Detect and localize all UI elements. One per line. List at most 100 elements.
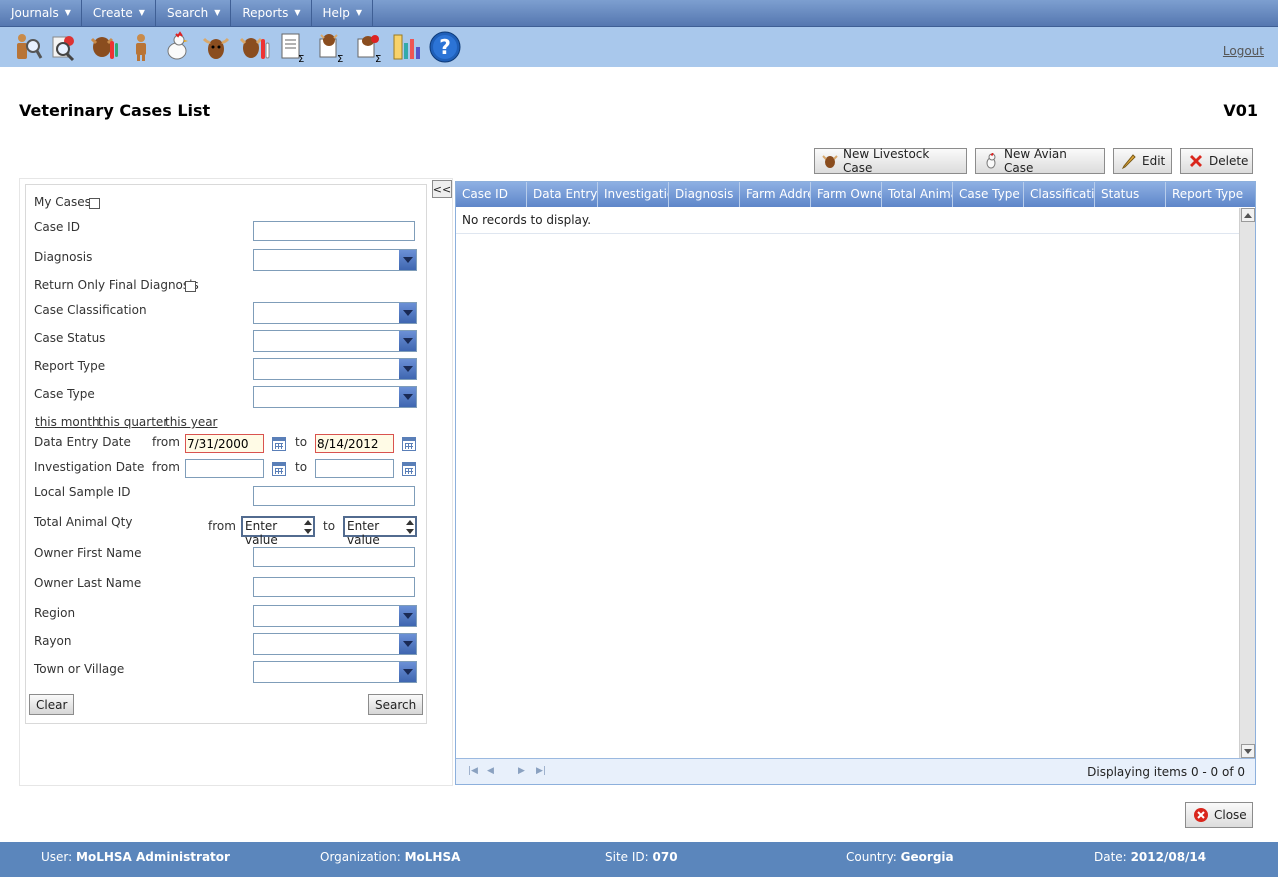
search-button[interactable]: Search bbox=[368, 694, 424, 715]
owner-last-name-label: Owner Last Name bbox=[34, 576, 142, 590]
footer-country-label: Country: bbox=[846, 850, 897, 864]
calendar-icon[interactable] bbox=[402, 437, 416, 451]
menu-label: Reports bbox=[242, 6, 289, 20]
previous-page-icon[interactable]: ◀ bbox=[487, 766, 494, 776]
menu-create[interactable]: Create ▼ bbox=[82, 0, 156, 26]
toolbar: Σ Σ Σ ? Logout bbox=[0, 27, 1278, 67]
edit-button[interactable]: Edit bbox=[1113, 148, 1172, 174]
town-dropdown[interactable] bbox=[253, 661, 417, 683]
investigation-date-to-input[interactable] bbox=[315, 459, 394, 478]
case-type-label: Case Type bbox=[34, 387, 95, 401]
column-header-farm-owner[interactable]: Farm Owner bbox=[811, 182, 882, 207]
rayon-dropdown[interactable] bbox=[253, 633, 417, 655]
person-search-icon[interactable] bbox=[10, 30, 44, 64]
column-header-case-id[interactable]: Case ID bbox=[456, 182, 527, 207]
this-year-link[interactable]: this year bbox=[165, 415, 217, 429]
footer-site-label: Site ID: bbox=[605, 850, 649, 864]
investigation-date-from-input[interactable] bbox=[185, 459, 264, 478]
scroll-up-icon[interactable] bbox=[1241, 208, 1255, 222]
calendar-icon[interactable] bbox=[272, 462, 286, 476]
local-sample-id-label: Local Sample ID bbox=[34, 485, 131, 499]
last-page-icon[interactable]: ▶| bbox=[536, 766, 546, 776]
livestock-sample-icon[interactable] bbox=[87, 30, 121, 64]
chicken-icon[interactable] bbox=[160, 30, 194, 64]
new-avian-case-button[interactable]: New Avian Case bbox=[975, 147, 1105, 175]
qty-placeholder: Enter value bbox=[245, 519, 278, 547]
region-dropdown[interactable] bbox=[253, 605, 417, 627]
to-label: to bbox=[295, 460, 308, 474]
this-month-link[interactable]: this month bbox=[35, 415, 100, 429]
local-sample-id-input[interactable] bbox=[253, 486, 415, 506]
entry-date-from-input[interactable] bbox=[185, 434, 264, 453]
chevron-down-icon bbox=[399, 662, 416, 682]
report-type-dropdown[interactable] bbox=[253, 358, 417, 380]
livestock-report-sum-icon[interactable]: Σ bbox=[314, 30, 348, 64]
spinner-arrows-icon[interactable] bbox=[303, 520, 312, 534]
empty-grid-message: No records to display. bbox=[462, 213, 592, 227]
footer-date-label: Date: bbox=[1094, 850, 1127, 864]
menu-help[interactable]: Help ▼ bbox=[312, 0, 374, 26]
avian-report-sum-icon[interactable]: Σ bbox=[352, 30, 386, 64]
column-header-status[interactable]: Status bbox=[1095, 182, 1166, 207]
help-icon[interactable]: ? bbox=[428, 30, 462, 64]
collapse-panel-button[interactable]: << bbox=[432, 180, 452, 198]
calendar-icon[interactable] bbox=[272, 437, 286, 451]
scroll-down-icon[interactable] bbox=[1241, 744, 1255, 758]
column-header-farm-address[interactable]: Farm Address bbox=[740, 182, 811, 207]
new-livestock-case-button[interactable]: New Livestock Case bbox=[814, 147, 967, 175]
entry-date-to-input[interactable] bbox=[315, 434, 394, 453]
cases-grid: Case ID Data Entry Date Investigation Da… bbox=[455, 181, 1256, 785]
menu-journals[interactable]: Journals ▼ bbox=[0, 0, 82, 26]
grid-vertical-scrollbar[interactable] bbox=[1239, 208, 1255, 758]
this-quarter-link[interactable]: this quarter bbox=[98, 415, 168, 429]
button-label: New Avian Case bbox=[1004, 147, 1067, 175]
column-header-classification[interactable]: Classification bbox=[1024, 182, 1095, 207]
menu-search[interactable]: Search ▼ bbox=[156, 0, 232, 26]
spinner-arrows-icon[interactable] bbox=[405, 520, 414, 534]
column-header-diagnosis[interactable]: Diagnosis bbox=[669, 182, 740, 207]
livestock-tube-icon[interactable] bbox=[238, 30, 272, 64]
person-inspect-icon[interactable] bbox=[48, 30, 82, 64]
cow-icon[interactable] bbox=[199, 30, 233, 64]
menu-label: Search bbox=[166, 6, 209, 20]
qty-from-stepper[interactable]: Enter value bbox=[241, 516, 315, 547]
diagnosis-dropdown[interactable] bbox=[253, 249, 417, 271]
clear-button[interactable]: Clear bbox=[29, 694, 75, 715]
final-diagnosis-checkbox[interactable] bbox=[185, 281, 196, 292]
svg-text:Σ: Σ bbox=[298, 54, 304, 63]
statistics-icon[interactable] bbox=[390, 30, 424, 64]
report-sum-icon[interactable]: Σ bbox=[276, 30, 310, 64]
close-circle-icon bbox=[1193, 807, 1209, 823]
column-header-data-entry-date[interactable]: Data Entry Date bbox=[527, 182, 598, 207]
diagnosis-label: Diagnosis bbox=[34, 250, 93, 264]
owner-first-name-input[interactable] bbox=[253, 547, 415, 567]
person-icon[interactable] bbox=[124, 30, 158, 64]
next-page-icon[interactable]: ▶ bbox=[518, 766, 525, 776]
delete-button[interactable]: Delete bbox=[1180, 148, 1253, 174]
from-label: from bbox=[208, 519, 236, 533]
owner-last-name-input[interactable] bbox=[253, 577, 415, 597]
case-id-input[interactable] bbox=[253, 221, 415, 241]
column-header-investigation-date[interactable]: Investigation Date bbox=[598, 182, 669, 207]
menu-reports[interactable]: Reports ▼ bbox=[231, 0, 312, 26]
chevron-down-icon bbox=[399, 387, 416, 407]
my-cases-checkbox[interactable] bbox=[89, 198, 100, 209]
first-page-icon[interactable]: |◀ bbox=[468, 766, 478, 776]
chevron-down-icon bbox=[399, 331, 416, 351]
calendar-icon[interactable] bbox=[402, 462, 416, 476]
qty-to-stepper[interactable]: Enter value bbox=[343, 516, 417, 547]
region-label: Region bbox=[34, 606, 76, 620]
footer-date: Date: 2012/08/14 bbox=[1094, 850, 1206, 864]
case-classification-dropdown[interactable] bbox=[253, 302, 417, 324]
grid-row-divider bbox=[456, 233, 1239, 234]
column-header-total-animal-qty[interactable]: Total Animal Qty bbox=[882, 182, 953, 207]
column-header-report-type[interactable]: Report Type bbox=[1166, 182, 1255, 207]
case-type-dropdown[interactable] bbox=[253, 386, 417, 408]
case-classification-label: Case Classification bbox=[34, 303, 147, 317]
to-label: to bbox=[323, 519, 336, 533]
close-button[interactable]: Close bbox=[1185, 802, 1253, 828]
column-header-case-type[interactable]: Case Type bbox=[953, 182, 1024, 207]
logout-link[interactable]: Logout bbox=[1223, 44, 1264, 58]
owner-first-name-label: Owner First Name bbox=[34, 546, 142, 560]
case-status-dropdown[interactable] bbox=[253, 330, 417, 352]
